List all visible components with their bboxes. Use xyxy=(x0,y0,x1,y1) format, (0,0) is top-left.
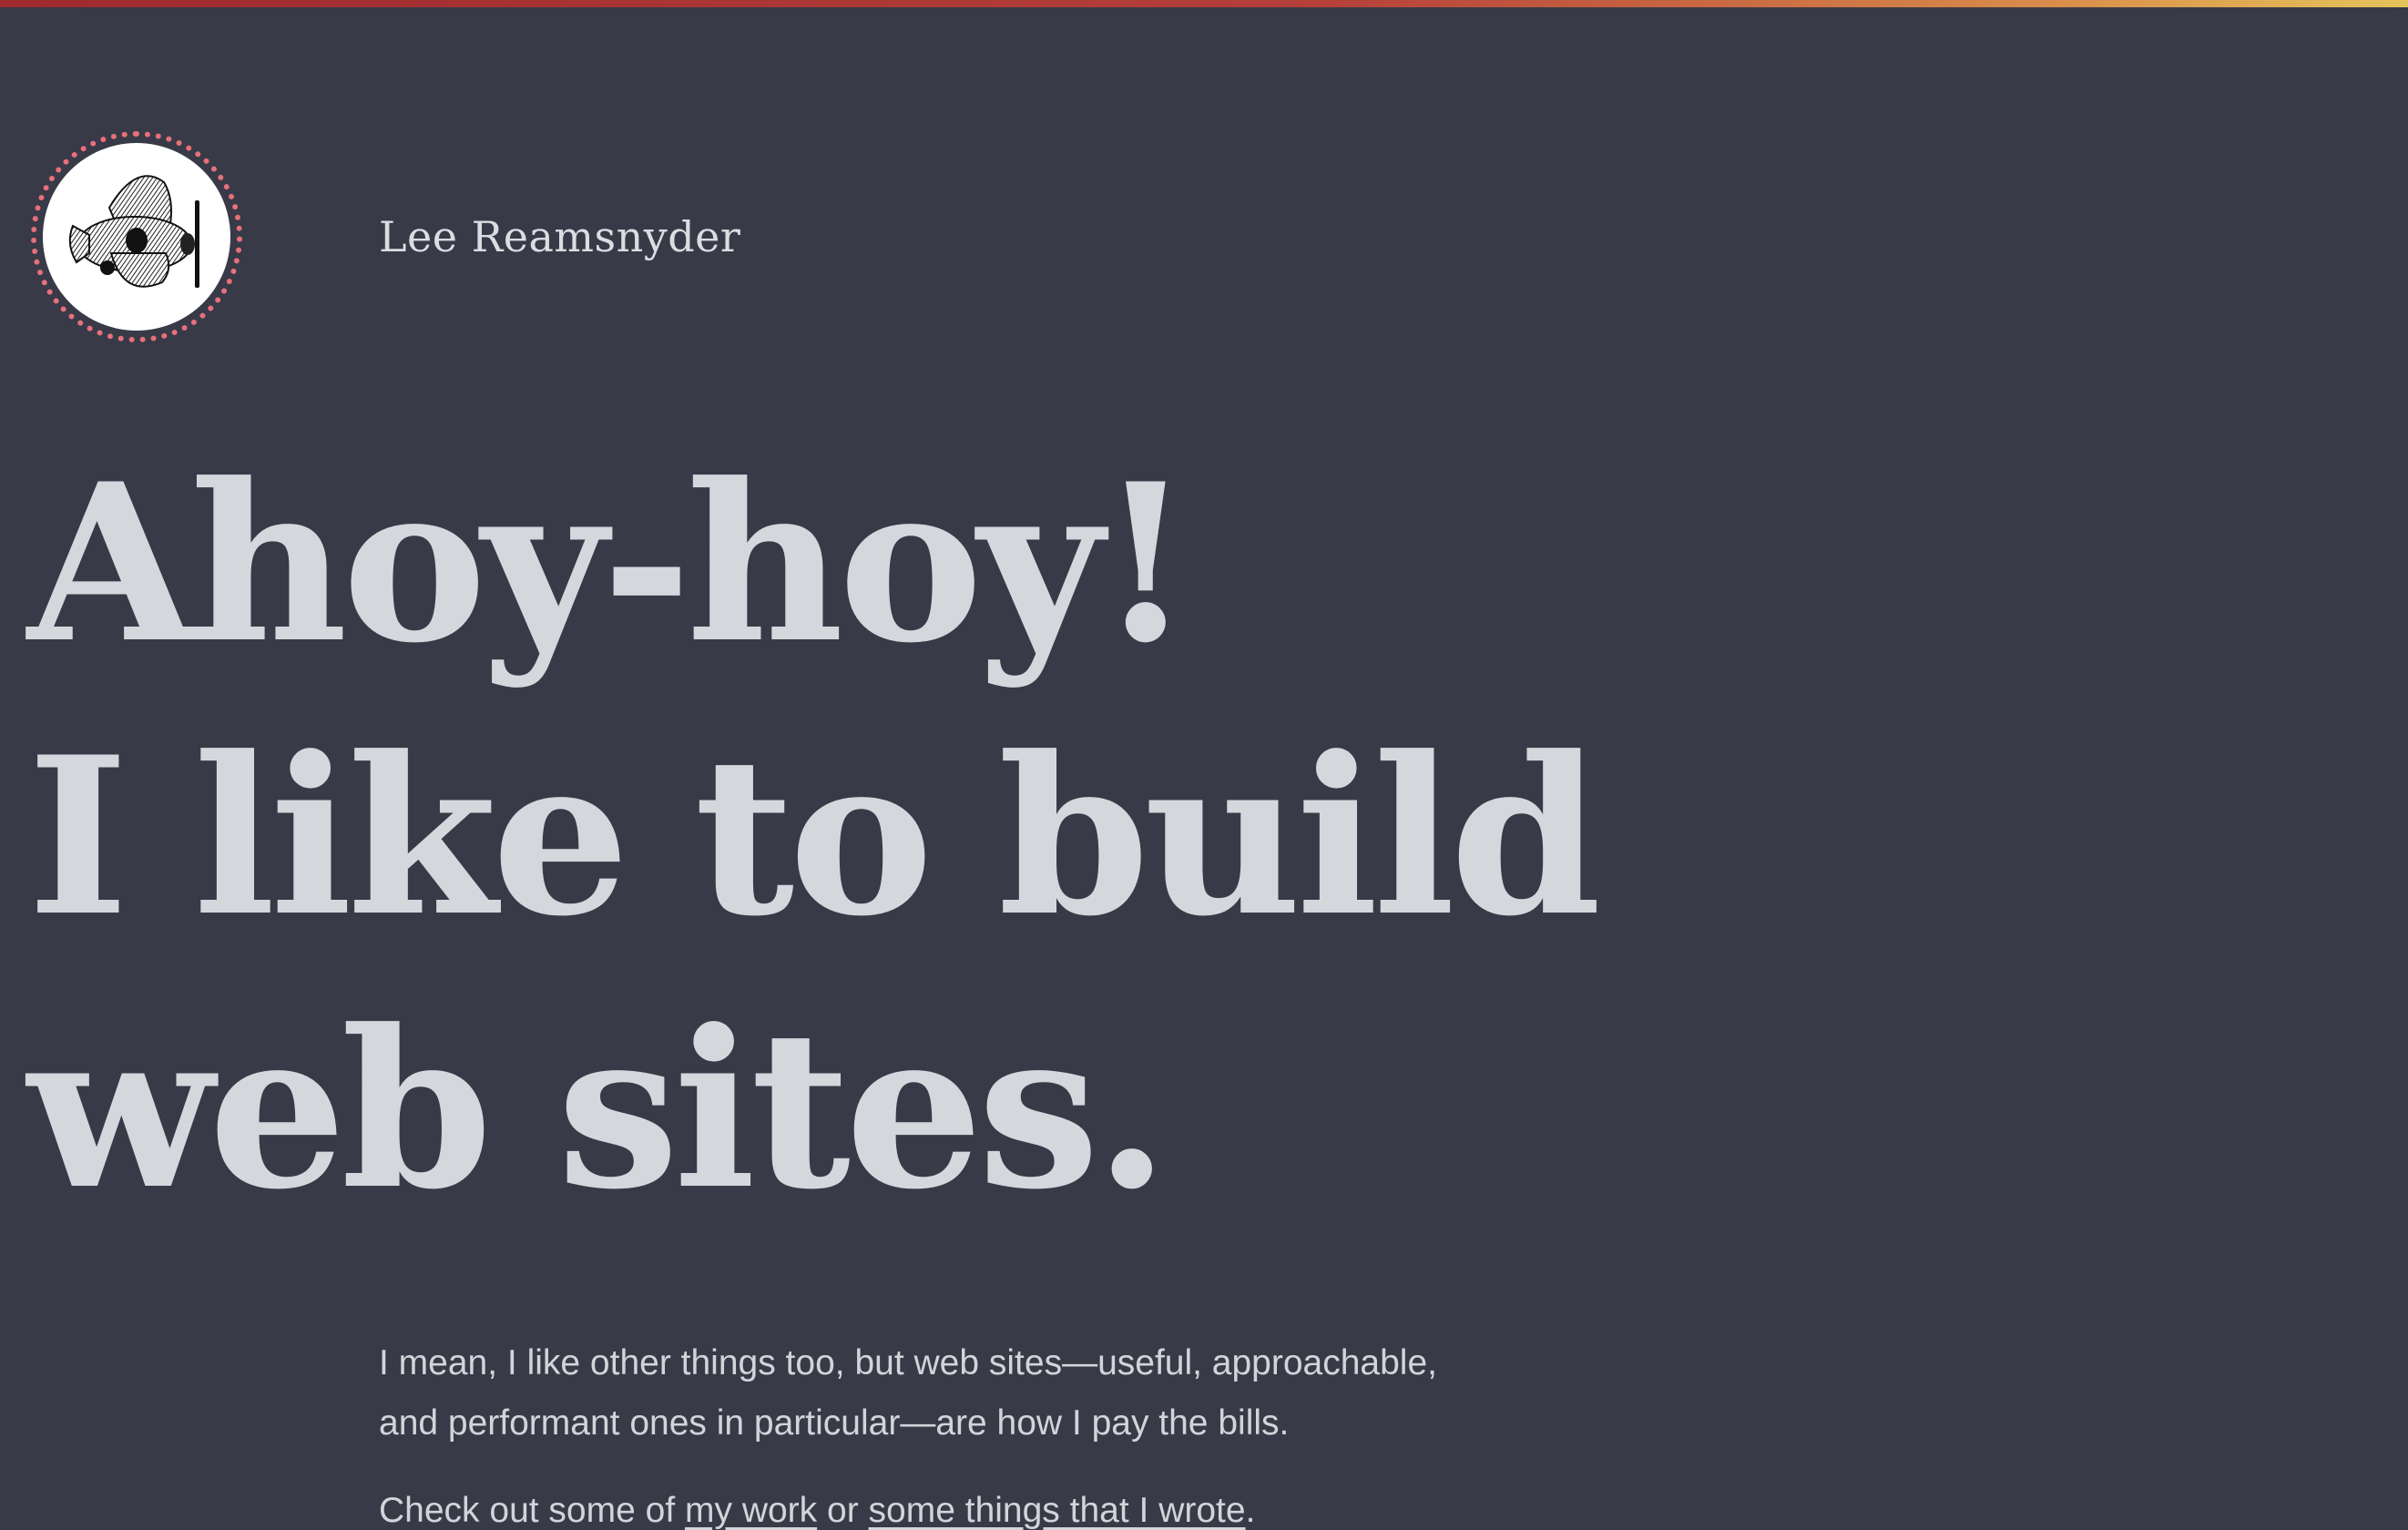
intro-paragraph-2-suffix: . xyxy=(1245,1491,1256,1530)
intro-text: I mean, I like other things too, but web… xyxy=(379,1333,1563,1530)
writing-link[interactable]: some things that I wrote xyxy=(869,1491,1246,1530)
intro-paragraph-1-line-2: and performant ones in particular—are ho… xyxy=(379,1403,1290,1443)
top-accent-bar xyxy=(0,0,2408,7)
hero-line-2: I like to build xyxy=(27,710,1601,964)
my-work-link[interactable]: my work xyxy=(685,1491,817,1530)
hero-line-3: web sites. xyxy=(27,984,1169,1238)
site-logo-link[interactable] xyxy=(31,131,242,342)
hero-headline: Ahoy-hoy! I like to build web sites. xyxy=(27,428,2031,1248)
intro-paragraph-1: I mean, I like other things too, but web… xyxy=(379,1333,1563,1454)
intro-paragraph-2-prefix: Check out some of xyxy=(379,1491,685,1530)
intro-paragraph-2-middle: or xyxy=(817,1491,869,1530)
intro-paragraph-2: Check out some of my work or some things… xyxy=(379,1481,1563,1530)
intro-paragraph-1-line-1: I mean, I like other things too, but web… xyxy=(379,1343,1438,1382)
hero-line-1: Ahoy-hoy! xyxy=(27,437,1193,691)
site-name-link[interactable]: Lee Reamsnyder xyxy=(379,206,740,268)
airplane-icon xyxy=(43,143,230,331)
